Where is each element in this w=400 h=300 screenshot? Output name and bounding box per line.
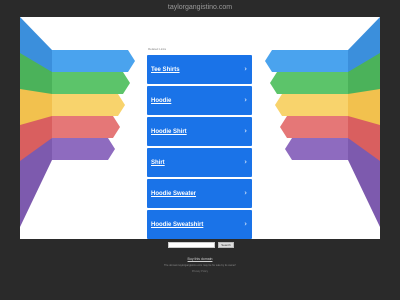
left-ribbon-green [52,72,130,94]
domain-owner-notice: The domain taylorgangistino.com may be f… [164,264,236,267]
chevron-right-icon: › [244,158,247,166]
chevron-right-icon: › [244,96,247,104]
related-link-hoodie-sweater[interactable]: Hoodie Sweater › [147,179,252,208]
privacy-policy-link[interactable]: Privacy Policy [0,270,400,273]
related-links-label: Related Links [148,47,167,51]
related-link-hoodie-shirt[interactable]: Hoodie Shirt › [147,117,252,146]
chevron-right-icon: › [244,127,247,135]
related-link-hoodie-sweatshirt[interactable]: Hoodie Sweatshirt › [147,210,252,239]
right-ribbon-blue [265,50,348,72]
related-link-label: Hoodie Sweatshirt [151,221,204,228]
chevron-right-icon: › [244,220,247,228]
chevron-right-icon: › [244,189,247,197]
search-input[interactable] [168,242,215,248]
right-ribbon-purple [285,138,348,160]
chevron-right-icon: › [244,65,247,73]
related-link-label: Shirt [151,159,165,166]
related-link-hoodie[interactable]: Hoodie › [147,86,252,115]
search-button[interactable]: Search [218,242,234,248]
related-link-tee-shirts[interactable]: Tee Shirts › [147,55,252,84]
related-link-label: Tee Shirts [151,66,180,73]
site-title: taylorgangistino.com [167,4,233,11]
left-ribbon-yellow [52,94,125,116]
related-link-label: Hoodie [151,97,172,104]
right-ribbon-yellow [275,94,348,116]
right-ribbon-green [270,72,348,94]
right-ribbon-red [280,116,348,138]
left-ribbon-red [52,116,120,138]
parked-page-frame: Related Links Tee Shirts › Hoodie › Hood… [20,17,380,239]
left-ribbon-blue [52,50,135,72]
left-ribbon-purple [52,138,115,160]
related-link-shirt[interactable]: Shirt › [147,148,252,177]
related-link-label: Hoodie Sweater [151,190,197,197]
buy-domain-link[interactable]: Buy this domain [0,257,400,261]
search-bar: Search [168,242,234,248]
related-link-label: Hoodie Shirt [151,128,187,135]
